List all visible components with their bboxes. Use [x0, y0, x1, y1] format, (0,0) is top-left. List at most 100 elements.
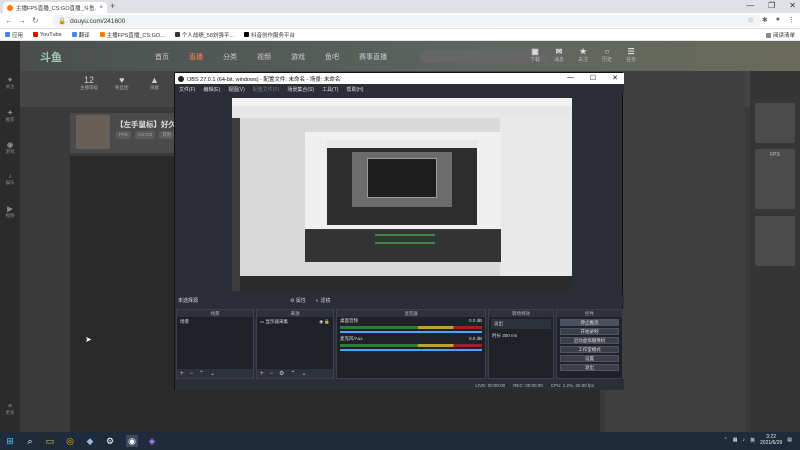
- stat-fans[interactable]: ♥ 粉丝团: [115, 75, 129, 91]
- settings-button[interactable]: 设置: [560, 355, 619, 362]
- close-tab-icon[interactable]: ×: [99, 5, 103, 11]
- scene-item[interactable]: 场景: [177, 317, 253, 327]
- move-down-icon[interactable]: ⌄: [301, 370, 306, 377]
- stat-level[interactable]: 12 主播等级: [80, 75, 98, 91]
- right-rail-badge[interactable]: FPS: [755, 149, 795, 209]
- start-icon[interactable]: ⊞: [4, 435, 16, 447]
- steam-icon[interactable]: ◆: [84, 435, 96, 447]
- obs-preview[interactable]: [232, 98, 572, 291]
- stat-contrib[interactable]: ▲ 贡献: [150, 75, 159, 91]
- right-rail-card[interactable]: [755, 103, 795, 143]
- extensions-icon[interactable]: ✱: [762, 16, 768, 24]
- url-field[interactable]: 🔒 douyu.com/241600: [52, 15, 762, 27]
- maximize-icon[interactable]: ☐: [590, 74, 596, 82]
- tray-chevron-icon[interactable]: ⌃: [724, 437, 728, 443]
- minimize-icon[interactable]: —: [567, 74, 574, 82]
- menu-profile[interactable]: 配置文件(P): [253, 86, 280, 93]
- room-tag[interactable]: CS:GO: [134, 131, 156, 139]
- close-window-icon[interactable]: ✕: [789, 1, 796, 10]
- properties-button[interactable]: ⚙ 属性: [290, 297, 306, 304]
- right-rail-card[interactable]: [755, 216, 795, 266]
- nav-tasks[interactable]: ☰ 任务: [626, 47, 636, 63]
- bookmark-stats[interactable]: 个人战绩_58刘强平...: [174, 31, 234, 39]
- remove-icon[interactable]: −: [270, 371, 274, 377]
- new-tab-icon[interactable]: +: [110, 1, 115, 11]
- move-down-icon[interactable]: ⌄: [210, 370, 215, 377]
- browser-tab[interactable]: 主播FPS直播_CS:GO直播_斗鱼... ×: [3, 2, 107, 13]
- source-item[interactable]: ▭ 显示器采集 ◉ 🔒: [257, 317, 333, 327]
- chrome-icon[interactable]: ◎: [64, 435, 76, 447]
- bookmark-youtube[interactable]: YouTube: [33, 32, 62, 38]
- file-explorer-icon[interactable]: ▭: [44, 435, 56, 447]
- network-icon[interactable]: ▦: [733, 437, 738, 443]
- profile-icon[interactable]: ●: [776, 16, 780, 24]
- menu-icon[interactable]: ⋮: [788, 16, 795, 24]
- menu-file[interactable]: 文件(F): [179, 86, 195, 93]
- nav-yuba[interactable]: 鱼吧: [325, 52, 339, 62]
- move-up-icon[interactable]: ⌃: [199, 370, 204, 377]
- bookmark-apps[interactable]: 应用: [5, 31, 23, 39]
- nav-home[interactable]: 首页: [155, 52, 169, 62]
- douyu-logo[interactable]: 斗鱼: [40, 49, 62, 65]
- menu-tools[interactable]: 工具(T): [322, 86, 338, 93]
- close-window-icon[interactable]: ✕: [612, 74, 618, 82]
- app-taskbar-icon[interactable]: ◈: [146, 435, 158, 447]
- menu-help[interactable]: 帮助(H): [346, 86, 363, 93]
- sidebar-item-recommend[interactable]: ✦ 推荐: [0, 109, 20, 123]
- nav-events[interactable]: 赛事直播: [359, 52, 387, 62]
- nav-download[interactable]: ▣ 下载: [530, 47, 540, 63]
- menu-view[interactable]: 视图(V): [228, 86, 245, 93]
- menu-edit[interactable]: 编辑(E): [203, 86, 220, 93]
- bookmark-translate[interactable]: 翻译: [71, 31, 90, 39]
- studio-mode-button[interactable]: 工作室模式: [560, 346, 619, 353]
- bookmark-douyu[interactable]: 主播FPS直播_CS:GO...: [99, 31, 165, 39]
- move-up-icon[interactable]: ⌃: [290, 370, 295, 377]
- reading-list[interactable]: 阅读清单: [765, 31, 795, 39]
- gear-icon[interactable]: ⚙: [279, 370, 284, 377]
- stop-streaming-button[interactable]: 停止推流: [560, 319, 619, 326]
- room-tag[interactable]: 其他: [159, 131, 175, 139]
- remove-icon[interactable]: −: [190, 371, 194, 377]
- nav-category[interactable]: 分类: [223, 52, 237, 62]
- sidebar-item-video[interactable]: ▶ 视频: [0, 205, 20, 219]
- virtual-camera-button[interactable]: 启动虚拟摄像机: [560, 337, 619, 344]
- menu-scene-collection[interactable]: 场景集合(S): [287, 86, 314, 93]
- filters-button[interactable]: ◐ 滤镜: [316, 297, 330, 304]
- clock[interactable]: 3:22 2021/6/29: [760, 434, 782, 446]
- start-recording-button[interactable]: 开始录制: [560, 328, 619, 335]
- sidebar-item-ent[interactable]: ♪ 娱乐: [0, 173, 20, 186]
- sidebar-item-more[interactable]: ≡ 更多: [0, 403, 20, 416]
- streamer-avatar[interactable]: [76, 115, 110, 149]
- minimize-icon[interactable]: —: [746, 1, 754, 10]
- volume-icon[interactable]: ♪: [743, 437, 746, 443]
- nav-live[interactable]: 直播: [189, 52, 203, 62]
- transition-duration[interactable]: 时长 300 ms: [489, 331, 553, 341]
- volume-slider[interactable]: [340, 349, 482, 351]
- maximize-icon[interactable]: ❐: [768, 1, 775, 10]
- settings-icon[interactable]: ⚙: [104, 435, 116, 447]
- reload-icon[interactable]: ↻: [32, 16, 39, 25]
- star-icon[interactable]: ☆: [748, 16, 754, 24]
- transition-select[interactable]: 淡出: [491, 319, 551, 329]
- obs-taskbar-icon[interactable]: ◉: [126, 435, 138, 447]
- nav-history[interactable]: ○ 历史: [602, 47, 612, 63]
- back-icon[interactable]: ←: [5, 16, 13, 25]
- forward-icon[interactable]: →: [18, 16, 26, 25]
- sidebar-item-games[interactable]: ◉ 游戏: [0, 141, 20, 155]
- input-language[interactable]: 英: [750, 437, 755, 444]
- room-tag[interactable]: FPS: [116, 131, 131, 139]
- notification-icon[interactable]: ▤: [787, 437, 792, 443]
- volume-slider[interactable]: [340, 331, 482, 333]
- exit-button[interactable]: 退出: [560, 364, 619, 371]
- eye-icon[interactable]: ◉ 🔒: [319, 319, 330, 325]
- transitions-dock: 转场特效 淡出 时长 300 ms: [488, 309, 554, 379]
- add-icon[interactable]: +: [260, 371, 264, 377]
- nav-games[interactable]: 游戏: [291, 52, 305, 62]
- nav-messages[interactable]: ✉ 消息: [554, 47, 564, 63]
- nav-video[interactable]: 视频: [257, 52, 271, 62]
- bookmark-douyin[interactable]: 抖音创作服务平台: [244, 31, 295, 39]
- search-icon[interactable]: ⌕: [24, 435, 36, 447]
- nav-follow[interactable]: ★ 关注: [578, 47, 588, 63]
- add-icon[interactable]: +: [180, 371, 184, 377]
- sidebar-item-follow[interactable]: ♥ 关注: [0, 77, 20, 90]
